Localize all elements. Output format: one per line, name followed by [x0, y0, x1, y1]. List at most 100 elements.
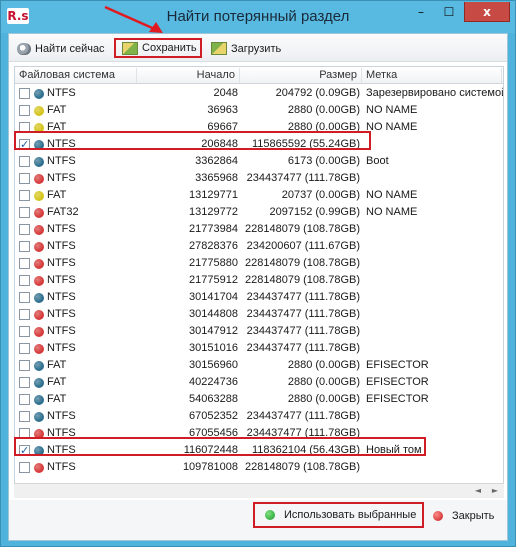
table-row[interactable]: NTFS 109781008 228148079 (108.78GB) — [15, 459, 503, 476]
table-row[interactable]: NTFS 30147912 234437477 (111.78GB) — [15, 323, 503, 340]
row-checkbox[interactable] — [19, 394, 30, 405]
filesystem-cell: NTFS — [47, 325, 76, 337]
save-icon — [122, 41, 138, 55]
row-checkbox[interactable] — [19, 88, 30, 99]
label-cell — [366, 289, 503, 306]
row-checkbox[interactable] — [19, 411, 30, 422]
row-checkbox[interactable] — [19, 462, 30, 473]
start-cell: 109781008 — [182, 461, 238, 473]
row-checkbox[interactable] — [19, 343, 30, 354]
column-header-filesystem[interactable]: Файловая система — [15, 68, 137, 83]
horizontal-scrollbar[interactable]: ◄ ► — [14, 483, 504, 498]
label-cell — [366, 238, 503, 255]
start-cell: 27828376 — [189, 240, 238, 252]
table-row[interactable]: NTFS 30141704 234437477 (111.78GB) — [15, 289, 503, 306]
maximize-button[interactable]: ☐ — [435, 2, 463, 22]
find-now-label: Найти сейчас — [35, 42, 105, 55]
start-cell: 21773984 — [189, 223, 238, 235]
row-checkbox[interactable] — [19, 275, 30, 286]
row-checkbox[interactable] — [19, 309, 30, 320]
row-checkbox[interactable] — [19, 360, 30, 371]
size-cell: 2880 (0.00GB) — [287, 104, 360, 116]
filesystem-cell: NTFS — [47, 257, 76, 269]
row-checkbox[interactable] — [19, 224, 30, 235]
toolbar: Найти сейчас Сохранить Загрузить — [9, 34, 507, 62]
filesystem-cell: NTFS — [47, 308, 76, 320]
status-dot-icon — [34, 395, 44, 405]
table-row[interactable]: NTFS 3365968 234437477 (111.78GB) — [15, 170, 503, 187]
filesystem-cell: NTFS — [47, 342, 76, 354]
row-checkbox[interactable] — [19, 258, 30, 269]
label-cell: EFISECTOR — [366, 376, 429, 388]
green-dot-icon — [265, 510, 275, 520]
scroll-right-arrow-icon[interactable]: ► — [487, 484, 503, 498]
status-dot-icon — [34, 208, 44, 218]
status-dot-icon — [34, 259, 44, 269]
filesystem-cell: NTFS — [47, 291, 76, 303]
column-header-size[interactable]: Размер — [240, 68, 362, 83]
status-dot-icon — [34, 225, 44, 235]
row-checkbox[interactable] — [19, 326, 30, 337]
table-row[interactable]: FAT 13129771 20737 (0.00GB) NO NAME — [15, 187, 503, 204]
table-row[interactable]: NTFS 2048 204792 (0.09GB) Зарезервировано с… — [15, 85, 503, 102]
highlight-frame-row-4 — [14, 131, 371, 150]
start-cell: 30147912 — [189, 325, 238, 337]
row-checkbox[interactable] — [19, 190, 30, 201]
table-row[interactable]: NTFS 30144808 234437477 (111.78GB) — [15, 306, 503, 323]
table-row[interactable]: NTFS 67052352 234437477 (111.78GB) — [15, 408, 503, 425]
label-cell — [366, 323, 503, 340]
row-checkbox[interactable] — [19, 207, 30, 218]
size-cell: 234437477 (111.78GB) — [246, 172, 360, 184]
filesystem-cell: NTFS — [47, 223, 76, 235]
row-checkbox[interactable] — [19, 105, 30, 116]
size-cell: 228148079 (108.78GB) — [245, 223, 360, 235]
filesystem-cell: NTFS — [47, 461, 76, 473]
find-now-button[interactable]: Найти сейчас — [17, 39, 105, 58]
start-cell: 30141704 — [189, 291, 238, 303]
row-checkbox[interactable] — [19, 292, 30, 303]
minimize-button[interactable]: – — [407, 2, 435, 22]
status-dot-icon — [34, 157, 44, 167]
start-cell: 40224736 — [189, 376, 238, 388]
label-cell — [366, 255, 503, 272]
label-cell: EFISECTOR — [366, 359, 429, 371]
save-button[interactable]: Сохранить — [114, 38, 202, 58]
start-cell: 67052352 — [189, 410, 238, 422]
filesystem-cell: FAT32 — [47, 206, 79, 218]
row-checkbox[interactable] — [19, 156, 30, 167]
row-checkbox[interactable] — [19, 241, 30, 252]
label-cell: EFISECTOR — [366, 393, 429, 405]
label-cell: NO NAME — [366, 206, 418, 218]
label-cell — [366, 459, 503, 476]
table-row[interactable]: FAT 30156960 2880 (0.00GB) EFISECTOR — [15, 357, 503, 374]
table-row[interactable]: FAT 40224736 2880 (0.00GB) EFISECTOR — [15, 374, 503, 391]
table-row[interactable]: FAT 54063288 2880 (0.00GB) EFISECTOR — [15, 391, 503, 408]
status-dot-icon — [34, 463, 44, 473]
load-icon — [211, 42, 227, 55]
row-checkbox[interactable] — [19, 377, 30, 388]
scroll-left-arrow-icon[interactable]: ◄ — [470, 484, 486, 498]
status-dot-icon — [34, 89, 44, 99]
table-row[interactable]: FAT32 13129772 2097152 (0.99GB) NO NAME — [15, 204, 503, 221]
table-row[interactable]: NTFS 21775912 228148079 (108.78GB) — [15, 272, 503, 289]
start-cell: 2048 — [213, 87, 238, 99]
table-row[interactable]: NTFS 27828376 234200607 (111.67GB) — [15, 238, 503, 255]
column-header-start[interactable]: Начало — [137, 68, 240, 83]
table-row[interactable]: NTFS 30151016 234437477 (111.78GB) — [15, 340, 503, 357]
table-row[interactable]: NTFS 21773984 228148079 (108.78GB) — [15, 221, 503, 238]
table-row[interactable]: NTFS 3362864 6173 (0.00GB) Boot — [15, 153, 503, 170]
close-window-button[interactable]: x — [464, 2, 510, 22]
load-button[interactable]: Загрузить — [211, 39, 281, 58]
column-header-label[interactable]: Метка — [362, 68, 502, 83]
status-dot-icon — [34, 310, 44, 320]
table-row[interactable]: NTFS 21775880 228148079 (108.78GB) — [15, 255, 503, 272]
start-cell: 30144808 — [189, 308, 238, 320]
start-cell: 13129772 — [189, 206, 238, 218]
row-checkbox[interactable] — [19, 173, 30, 184]
table-row[interactable]: FAT 36963 2880 (0.00GB) NO NAME — [15, 102, 503, 119]
use-selected-button[interactable]: Использовать выбранные — [253, 502, 424, 528]
close-button[interactable]: Закрыть — [429, 504, 494, 528]
table-header: Файловая система Начало Размер Метка — [15, 67, 503, 84]
size-cell: 228148079 (108.78GB) — [245, 274, 360, 286]
size-cell: 228148079 (108.78GB) — [245, 257, 360, 269]
